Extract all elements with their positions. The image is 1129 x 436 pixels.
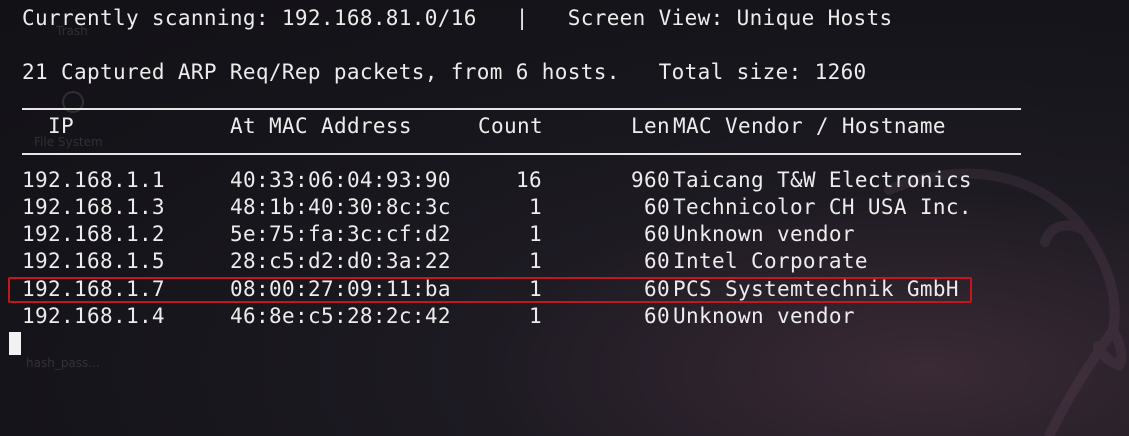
- row-count: 16: [516, 168, 542, 192]
- table-row: 192.168.1.4 46:8e:c5:28:2c:42 1 60 Unkno…: [22, 303, 1022, 330]
- row-mac: 08:00:27:09:11:ba: [230, 277, 451, 301]
- table-row: 192.168.1.2 5e:75:fa:3c:cf:d2 1 60 Unkno…: [22, 221, 1022, 248]
- header-mac: At MAC Address: [230, 114, 412, 138]
- row-vendor: Taicang T&W Electronics: [673, 168, 972, 192]
- row-mac: 5e:75:fa:3c:cf:d2: [230, 222, 451, 246]
- row-len: 60: [644, 249, 670, 273]
- row-ip: 192.168.1.1: [22, 168, 165, 192]
- row-vendor: Intel Corporate: [673, 249, 868, 273]
- table-header: IP At MAC Address Count Len MAC Vendor /…: [22, 113, 1022, 140]
- row-ip: 192.168.1.2: [22, 222, 165, 246]
- header-vendor: MAC Vendor / Hostname: [673, 114, 946, 138]
- row-count: 1: [529, 222, 542, 246]
- table-header-divider: [22, 153, 1021, 155]
- scan-status-line: Currently scanning: 192.168.81.0/16 | Sc…: [22, 6, 893, 30]
- row-len: 960: [631, 168, 670, 192]
- table-top-divider: [22, 108, 1021, 110]
- row-count: 1: [529, 277, 542, 301]
- row-len: 60: [644, 277, 670, 301]
- terminal-window[interactable]: Trash File System hash_pass... Currently…: [0, 0, 1129, 436]
- row-len: 60: [644, 304, 670, 328]
- table-row: 192.168.1.1 40:33:06:04:93:90 16 960 Tai…: [22, 167, 1022, 194]
- table-row: 192.168.1.5 28:c5:d2:d0:3a:22 1 60 Intel…: [22, 248, 1022, 275]
- row-len: 60: [644, 195, 670, 219]
- row-len: 60: [644, 222, 670, 246]
- row-vendor: Unknown vendor: [673, 304, 855, 328]
- row-ip: 192.168.1.5: [22, 249, 165, 273]
- desktop-file-label: hash_pass...: [26, 356, 100, 370]
- table-row: 192.168.1.3 48:1b:40:30:8c:3c 1 60 Techn…: [22, 194, 1022, 221]
- header-count: Count: [478, 114, 543, 138]
- row-vendor: PCS Systemtechnik GmbH: [673, 277, 959, 301]
- header-len: Len: [631, 114, 670, 138]
- row-mac: 48:1b:40:30:8c:3c: [230, 195, 451, 219]
- row-count: 1: [529, 195, 542, 219]
- row-vendor: Unknown vendor: [673, 222, 855, 246]
- row-mac: 28:c5:d2:d0:3a:22: [230, 249, 451, 273]
- terminal-cursor: [9, 332, 21, 355]
- row-count: 1: [529, 304, 542, 328]
- row-ip: 192.168.1.4: [22, 304, 165, 328]
- table-row-highlighted: 192.168.1.7 08:00:27:09:11:ba 1 60 PCS S…: [22, 276, 1022, 303]
- row-mac: 46:8e:c5:28:2c:42: [230, 304, 451, 328]
- row-ip: 192.168.1.3: [22, 195, 165, 219]
- row-count: 1: [529, 249, 542, 273]
- row-vendor: Technicolor CH USA Inc.: [673, 195, 972, 219]
- row-ip: 192.168.1.7: [22, 277, 165, 301]
- capture-summary-line: 21 Captured ARP Req/Rep packets, from 6 …: [22, 60, 867, 84]
- row-mac: 40:33:06:04:93:90: [230, 168, 451, 192]
- header-ip: IP: [48, 114, 74, 138]
